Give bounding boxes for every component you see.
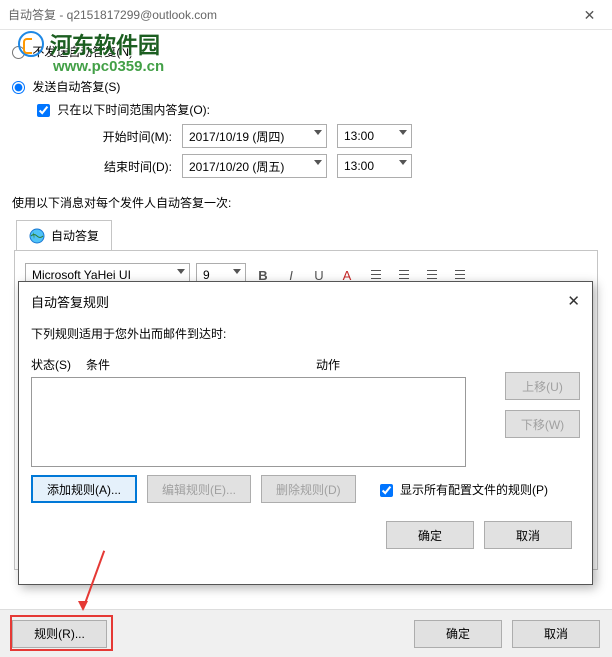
chevron-down-icon [177,269,185,274]
no-send-radio[interactable] [12,46,25,59]
tab-label: 自动答复 [51,227,99,244]
rule-list[interactable] [31,377,466,467]
move-down-button[interactable]: 下移(W) [505,410,580,438]
titlebar: 自动答复 - q2151817299@outlook.com ✕ [0,0,612,30]
edit-rule-button[interactable]: 编辑规则(E)... [147,475,251,503]
chevron-down-icon [399,160,407,165]
chevron-down-icon [314,130,322,135]
time-range-label: 只在以下时间范围内答复(O): [57,103,210,117]
dialog-title: 自动答复规则 [31,295,109,310]
col-condition: 条件 [86,356,316,373]
send-radio[interactable] [12,81,25,94]
move-up-button[interactable]: 上移(U) [505,372,580,400]
chevron-down-icon [399,130,407,135]
no-send-radio-row[interactable]: 不发送自动答复(N) [12,43,600,60]
show-all-check-row[interactable]: 显示所有配置文件的规则(P) [380,481,548,498]
rules-dialog: 自动答复规则 ✕ 下列规则适用于您外出而邮件到达时: 状态(S) 条件 动作 上… [18,281,593,585]
show-all-checkbox[interactable] [380,484,393,497]
tab-auto-reply[interactable]: 自动答复 [16,220,112,251]
no-send-label: 不发送自动答复(N) [32,45,133,59]
chevron-down-icon [233,269,241,274]
ok-button[interactable]: 确定 [414,620,502,648]
col-state: 状态(S) [31,356,86,373]
time-range-check-row[interactable]: 只在以下时间范围内答复(O): [37,101,600,118]
delete-rule-button[interactable]: 删除规则(D) [261,475,356,503]
rule-table-header: 状态(S) 条件 动作 [31,352,466,377]
close-icon[interactable]: ✕ [567,292,580,310]
dialog-cancel-button[interactable]: 取消 [484,521,572,549]
start-time-label: 开始时间(M): [92,128,172,145]
cancel-button[interactable]: 取消 [512,620,600,648]
time-range-checkbox[interactable] [37,104,50,117]
annotation-highlight [10,615,113,651]
end-time-combo[interactable]: 13:00 [337,154,412,178]
dialog-message: 下列规则适用于您外出而邮件到达时: [31,325,580,342]
window-title: 自动答复 - q2151817299@outlook.com [8,6,217,23]
dialog-ok-button[interactable]: 确定 [386,521,474,549]
annotation-arrow [82,547,84,609]
chevron-down-icon [314,160,322,165]
end-time-label: 结束时间(D): [92,158,172,175]
col-action: 动作 [316,356,466,373]
start-time-combo[interactable]: 13:00 [337,124,412,148]
start-date-combo[interactable]: 2017/10/19 (周四) [182,124,327,148]
send-label: 发送自动答复(S) [32,80,120,94]
globe-icon [29,228,45,244]
show-all-label: 显示所有配置文件的规则(P) [400,483,548,497]
reply-once-label: 使用以下消息对每个发件人自动答复一次: [12,194,600,211]
end-date-combo[interactable]: 2017/10/20 (周五) [182,154,327,178]
add-rule-button[interactable]: 添加规则(A)... [31,475,137,503]
close-icon[interactable]: ✕ [567,0,612,30]
send-radio-row[interactable]: 发送自动答复(S) [12,78,600,95]
